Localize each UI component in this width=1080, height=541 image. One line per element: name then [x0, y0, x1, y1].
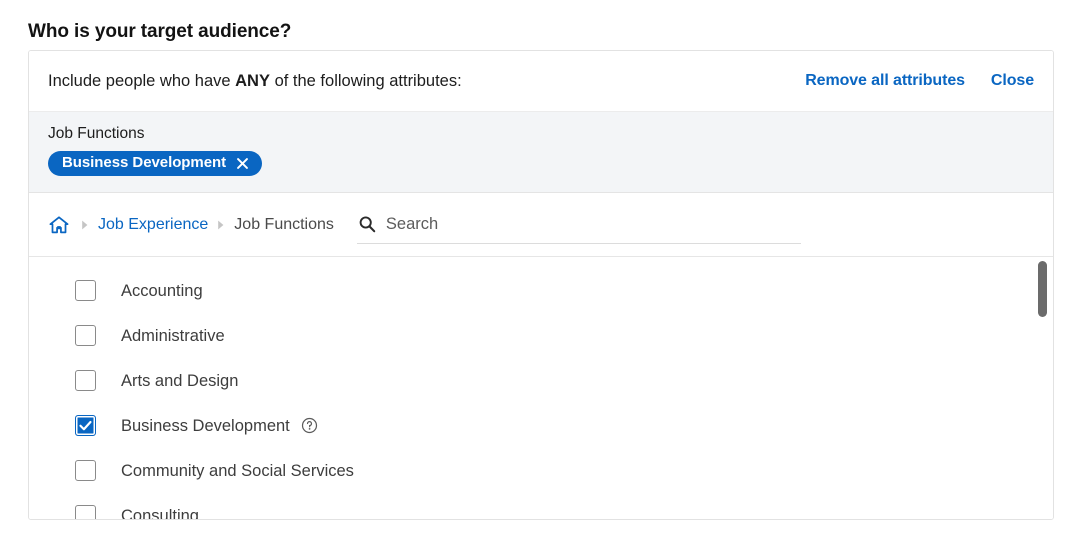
option-label: Business Development — [121, 416, 290, 435]
selected-chip-label: Business Development — [62, 154, 227, 171]
selected-chip-row: Business Development — [48, 151, 1034, 176]
option-label: Administrative — [121, 326, 225, 345]
option-row[interactable]: Accounting — [29, 268, 1053, 313]
search-icon — [357, 214, 377, 234]
checkbox-unchecked[interactable] — [75, 370, 96, 391]
search-field[interactable] — [356, 206, 801, 244]
option-row[interactable]: Business Development — [29, 403, 1053, 448]
option-row[interactable]: Community and Social Services — [29, 448, 1053, 493]
page-title: Who is your target audience? — [28, 20, 292, 42]
option-row[interactable]: Arts and Design — [29, 358, 1053, 403]
chevron-right-icon — [72, 220, 98, 230]
breadcrumb-item-job-experience[interactable]: Job Experience — [98, 215, 208, 235]
breadcrumb-search-row: Job Experience Job Functions — [29, 193, 1053, 257]
breadcrumb: Job Experience Job Functions — [48, 214, 334, 236]
card-header: Include people who have ANY of the follo… — [29, 51, 1053, 111]
selected-group-label: Job Functions — [48, 125, 145, 142]
options-list: Accounting Administrative Arts and Design B… — [29, 257, 1053, 520]
include-people-emphasis: ANY — [235, 72, 270, 90]
card-header-actions: Remove all attributes Close — [805, 71, 1034, 91]
home-icon[interactable] — [48, 214, 72, 236]
help-circle-icon[interactable] — [301, 417, 318, 434]
chevron-right-icon-2 — [208, 220, 234, 230]
close-x-icon[interactable] — [235, 156, 249, 170]
checkbox-unchecked[interactable] — [75, 505, 96, 519]
option-row[interactable]: Administrative — [29, 313, 1053, 358]
search-input[interactable] — [385, 214, 801, 234]
include-people-suffix: of the following attributes: — [269, 72, 462, 90]
close-button[interactable]: Close — [991, 71, 1034, 91]
checkbox-checked[interactable] — [75, 415, 96, 436]
include-people-prefix: Include people who have — [48, 72, 236, 90]
option-label: Arts and Design — [121, 371, 239, 390]
checkbox-unchecked[interactable] — [75, 325, 96, 346]
checkbox-unchecked[interactable] — [75, 460, 96, 481]
selected-chip-business-development[interactable]: Business Development — [48, 151, 263, 176]
checkbox-unchecked[interactable] — [75, 280, 96, 301]
option-label: Consulting — [121, 506, 199, 520]
option-label: Community and Social Services — [121, 461, 354, 480]
include-people-label: Include people who have ANY of the follo… — [48, 70, 462, 92]
options-scrollbar-track[interactable] — [1037, 257, 1049, 519]
remove-all-attributes-button[interactable]: Remove all attributes — [805, 71, 965, 91]
attribute-picker-card: Include people who have ANY of the follo… — [28, 50, 1054, 520]
options-area: Accounting Administrative Arts and Design B… — [29, 257, 1053, 520]
option-label: Accounting — [121, 281, 203, 300]
breadcrumb-item-job-functions: Job Functions — [234, 215, 334, 233]
option-row[interactable]: Consulting — [29, 493, 1053, 520]
options-scrollbar-thumb[interactable] — [1038, 261, 1047, 317]
selected-attributes-band: Job Functions Business Development — [29, 111, 1053, 193]
